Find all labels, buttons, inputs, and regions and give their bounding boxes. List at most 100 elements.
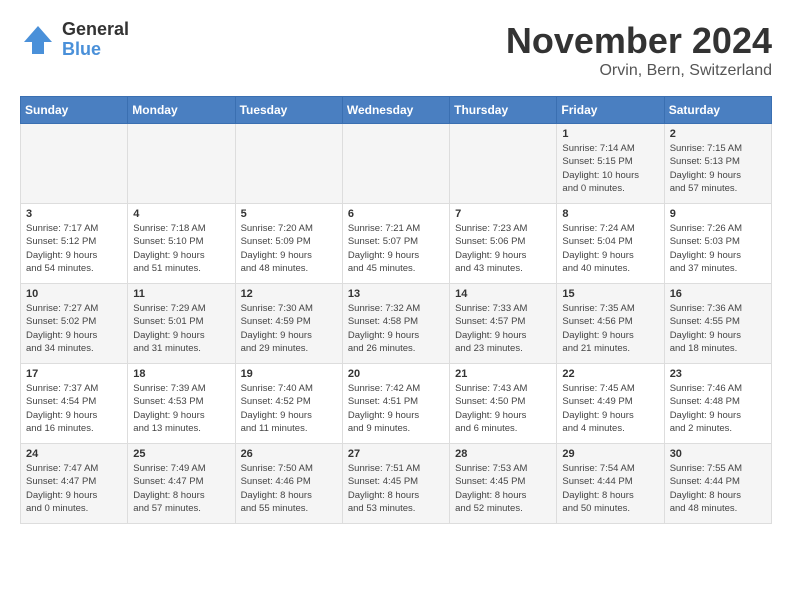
calendar-cell: 13 Sunrise: 7:32 AM Sunset: 4:58 PM Dayli… — [342, 284, 449, 364]
calendar-cell: 12 Sunrise: 7:30 AM Sunset: 4:59 PM Dayli… — [235, 284, 342, 364]
day-header-friday: Friday — [557, 97, 664, 124]
day-number: 23 — [670, 368, 766, 380]
title-block: November 2024 Orvin, Bern, Switzerland — [506, 20, 772, 80]
calendar-week-3: 10 Sunrise: 7:27 AM Sunset: 5:02 PM Dayli… — [21, 284, 772, 364]
day-info: Sunrise: 7:46 AM Sunset: 4:48 PM Dayligh… — [670, 382, 766, 435]
location: Orvin, Bern, Switzerland — [506, 62, 772, 80]
calendar-cell: 16 Sunrise: 7:36 AM Sunset: 4:55 PM Dayli… — [664, 284, 771, 364]
day-info: Sunrise: 7:45 AM Sunset: 4:49 PM Dayligh… — [562, 382, 658, 435]
calendar-cell — [21, 124, 128, 204]
calendar-cell: 30 Sunrise: 7:55 AM Sunset: 4:44 PM Dayli… — [664, 444, 771, 524]
calendar-cell: 18 Sunrise: 7:39 AM Sunset: 4:53 PM Dayli… — [128, 364, 235, 444]
day-info: Sunrise: 7:47 AM Sunset: 4:47 PM Dayligh… — [26, 462, 122, 515]
calendar-cell: 1 Sunrise: 7:14 AM Sunset: 5:15 PM Daylig… — [557, 124, 664, 204]
day-number: 5 — [241, 208, 337, 220]
day-number: 25 — [133, 448, 229, 460]
day-info: Sunrise: 7:30 AM Sunset: 4:59 PM Dayligh… — [241, 302, 337, 355]
day-info: Sunrise: 7:49 AM Sunset: 4:47 PM Dayligh… — [133, 462, 229, 515]
day-header-sunday: Sunday — [21, 97, 128, 124]
day-info: Sunrise: 7:39 AM Sunset: 4:53 PM Dayligh… — [133, 382, 229, 435]
day-info: Sunrise: 7:42 AM Sunset: 4:51 PM Dayligh… — [348, 382, 444, 435]
day-number: 2 — [670, 128, 766, 140]
day-info: Sunrise: 7:18 AM Sunset: 5:10 PM Dayligh… — [133, 222, 229, 275]
day-number: 6 — [348, 208, 444, 220]
calendar-cell: 8Sunrise: 7:24 AM Sunset: 5:04 PM Daylig… — [557, 204, 664, 284]
month-title: November 2024 — [506, 20, 772, 62]
logo-icon — [20, 22, 56, 58]
calendar-cell — [128, 124, 235, 204]
calendar-cell: 4 Sunrise: 7:18 AM Sunset: 5:10 PM Daylig… — [128, 204, 235, 284]
calendar-cell: 28 Sunrise: 7:53 AM Sunset: 4:45 PM Dayli… — [450, 444, 557, 524]
day-info: Sunrise: 7:40 AM Sunset: 4:52 PM Dayligh… — [241, 382, 337, 435]
day-number: 13 — [348, 288, 444, 300]
day-number: 7 — [455, 208, 551, 220]
day-info: Sunrise: 7:21 AM Sunset: 5:07 PM Dayligh… — [348, 222, 444, 275]
calendar-week-4: 17 Sunrise: 7:37 AM Sunset: 4:54 PM Dayli… — [21, 364, 772, 444]
day-header-wednesday: Wednesday — [342, 97, 449, 124]
calendar-cell: 19 Sunrise: 7:40 AM Sunset: 4:52 PM Dayli… — [235, 364, 342, 444]
day-info: Sunrise: 7:33 AM Sunset: 4:57 PM Dayligh… — [455, 302, 551, 355]
calendar-cell — [450, 124, 557, 204]
day-info: Sunrise: 7:26 AM Sunset: 5:03 PM Dayligh… — [670, 222, 766, 275]
day-number: 4 — [133, 208, 229, 220]
day-number: 30 — [670, 448, 766, 460]
day-info: Sunrise: 7:54 AM Sunset: 4:44 PM Dayligh… — [562, 462, 658, 515]
day-info: Sunrise: 7:36 AM Sunset: 4:55 PM Dayligh… — [670, 302, 766, 355]
day-info: Sunrise: 7:32 AM Sunset: 4:58 PM Dayligh… — [348, 302, 444, 355]
day-number: 18 — [133, 368, 229, 380]
day-info: Sunrise: 7:17 AM Sunset: 5:12 PM Dayligh… — [26, 222, 122, 275]
day-number: 3 — [26, 208, 122, 220]
day-number: 15 — [562, 288, 658, 300]
day-number: 10 — [26, 288, 122, 300]
day-info: Sunrise: 7:55 AM Sunset: 4:44 PM Dayligh… — [670, 462, 766, 515]
day-info: Sunrise: 7:43 AM Sunset: 4:50 PM Dayligh… — [455, 382, 551, 435]
calendar-week-5: 24 Sunrise: 7:47 AM Sunset: 4:47 PM Dayli… — [21, 444, 772, 524]
logo-blue: Blue — [62, 40, 129, 60]
day-number: 26 — [241, 448, 337, 460]
day-number: 8 — [562, 208, 658, 220]
calendar-cell: 2Sunrise: 7:15 AM Sunset: 5:13 PM Daylig… — [664, 124, 771, 204]
calendar-cell: 6 Sunrise: 7:21 AM Sunset: 5:07 PM Daylig… — [342, 204, 449, 284]
calendar-cell: 7 Sunrise: 7:23 AM Sunset: 5:06 PM Daylig… — [450, 204, 557, 284]
day-number: 9 — [670, 208, 766, 220]
calendar-cell: 20 Sunrise: 7:42 AM Sunset: 4:51 PM Dayli… — [342, 364, 449, 444]
day-info: Sunrise: 7:37 AM Sunset: 4:54 PM Dayligh… — [26, 382, 122, 435]
day-header-thursday: Thursday — [450, 97, 557, 124]
day-header-saturday: Saturday — [664, 97, 771, 124]
calendar-cell: 5 Sunrise: 7:20 AM Sunset: 5:09 PM Daylig… — [235, 204, 342, 284]
day-info: Sunrise: 7:20 AM Sunset: 5:09 PM Dayligh… — [241, 222, 337, 275]
calendar-cell: 11Sunrise: 7:29 AM Sunset: 5:01 PM Dayli… — [128, 284, 235, 364]
day-info: Sunrise: 7:14 AM Sunset: 5:15 PM Dayligh… — [562, 142, 658, 195]
calendar-cell: 26Sunrise: 7:50 AM Sunset: 4:46 PM Dayli… — [235, 444, 342, 524]
calendar-cell: 29Sunrise: 7:54 AM Sunset: 4:44 PM Dayli… — [557, 444, 664, 524]
day-info: Sunrise: 7:29 AM Sunset: 5:01 PM Dayligh… — [133, 302, 229, 355]
day-number: 28 — [455, 448, 551, 460]
day-number: 19 — [241, 368, 337, 380]
calendar-cell: 15 Sunrise: 7:35 AM Sunset: 4:56 PM Dayli… — [557, 284, 664, 364]
day-number: 14 — [455, 288, 551, 300]
day-info: Sunrise: 7:35 AM Sunset: 4:56 PM Dayligh… — [562, 302, 658, 355]
day-number: 1 — [562, 128, 658, 140]
day-info: Sunrise: 7:51 AM Sunset: 4:45 PM Dayligh… — [348, 462, 444, 515]
calendar-cell: 9 Sunrise: 7:26 AM Sunset: 5:03 PM Daylig… — [664, 204, 771, 284]
day-info: Sunrise: 7:23 AM Sunset: 5:06 PM Dayligh… — [455, 222, 551, 275]
day-number: 17 — [26, 368, 122, 380]
day-number: 16 — [670, 288, 766, 300]
day-info: Sunrise: 7:53 AM Sunset: 4:45 PM Dayligh… — [455, 462, 551, 515]
calendar-cell — [235, 124, 342, 204]
day-number: 12 — [241, 288, 337, 300]
day-info: Sunrise: 7:27 AM Sunset: 5:02 PM Dayligh… — [26, 302, 122, 355]
day-header-monday: Monday — [128, 97, 235, 124]
day-number: 24 — [26, 448, 122, 460]
day-number: 20 — [348, 368, 444, 380]
calendar-week-1: 1 Sunrise: 7:14 AM Sunset: 5:15 PM Daylig… — [21, 124, 772, 204]
calendar-week-2: 3 Sunrise: 7:17 AM Sunset: 5:12 PM Daylig… — [21, 204, 772, 284]
logo: General Blue — [20, 20, 129, 60]
calendar-cell: 23 Sunrise: 7:46 AM Sunset: 4:48 PM Dayli… — [664, 364, 771, 444]
day-header-tuesday: Tuesday — [235, 97, 342, 124]
day-number: 27 — [348, 448, 444, 460]
day-number: 22 — [562, 368, 658, 380]
calendar-cell: 3 Sunrise: 7:17 AM Sunset: 5:12 PM Daylig… — [21, 204, 128, 284]
logo-general: General — [62, 20, 129, 40]
calendar-table: SundayMondayTuesdayWednesdayThursdayFrid… — [20, 96, 772, 524]
